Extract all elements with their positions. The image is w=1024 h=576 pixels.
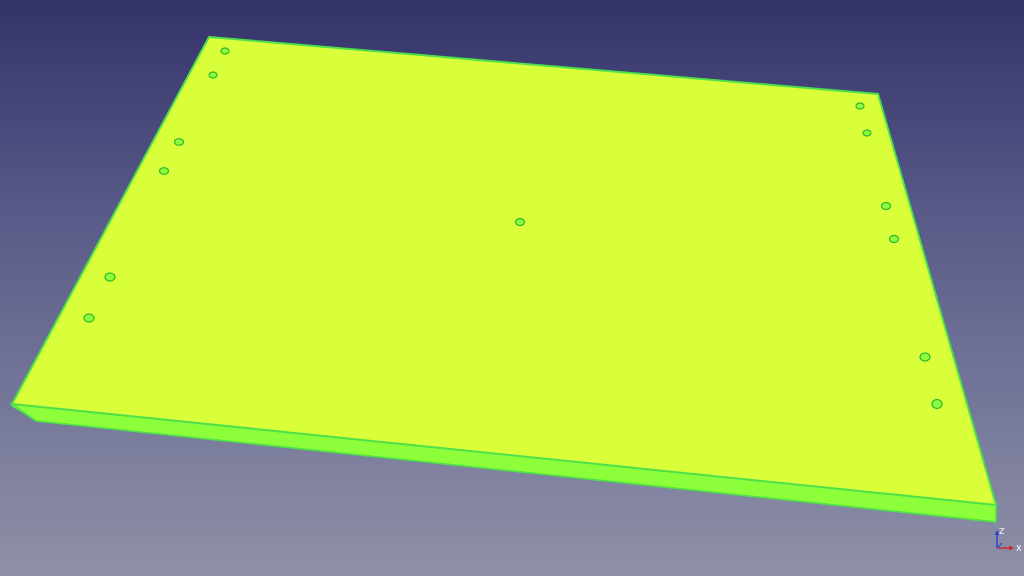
hole[interactable] xyxy=(514,217,526,227)
hole[interactable] xyxy=(158,167,170,175)
hole[interactable] xyxy=(173,138,185,146)
x-axis-arrow-icon xyxy=(1009,545,1014,551)
hole[interactable] xyxy=(104,272,116,282)
hole[interactable] xyxy=(919,352,931,362)
plate-top-face[interactable] xyxy=(10,35,998,507)
hole[interactable] xyxy=(83,313,95,323)
hole[interactable] xyxy=(880,201,892,211)
axis-triad: Z X xyxy=(994,527,1022,553)
hole[interactable] xyxy=(855,102,865,110)
hole[interactable] xyxy=(220,47,230,55)
hole[interactable] xyxy=(862,129,872,137)
hole[interactable] xyxy=(208,71,218,79)
hole[interactable] xyxy=(888,234,900,244)
x-axis-label: X xyxy=(1016,544,1022,553)
3d-viewport[interactable]: Z X xyxy=(0,0,1024,576)
z-axis-label: Z xyxy=(999,527,1005,536)
hole[interactable] xyxy=(931,398,943,410)
